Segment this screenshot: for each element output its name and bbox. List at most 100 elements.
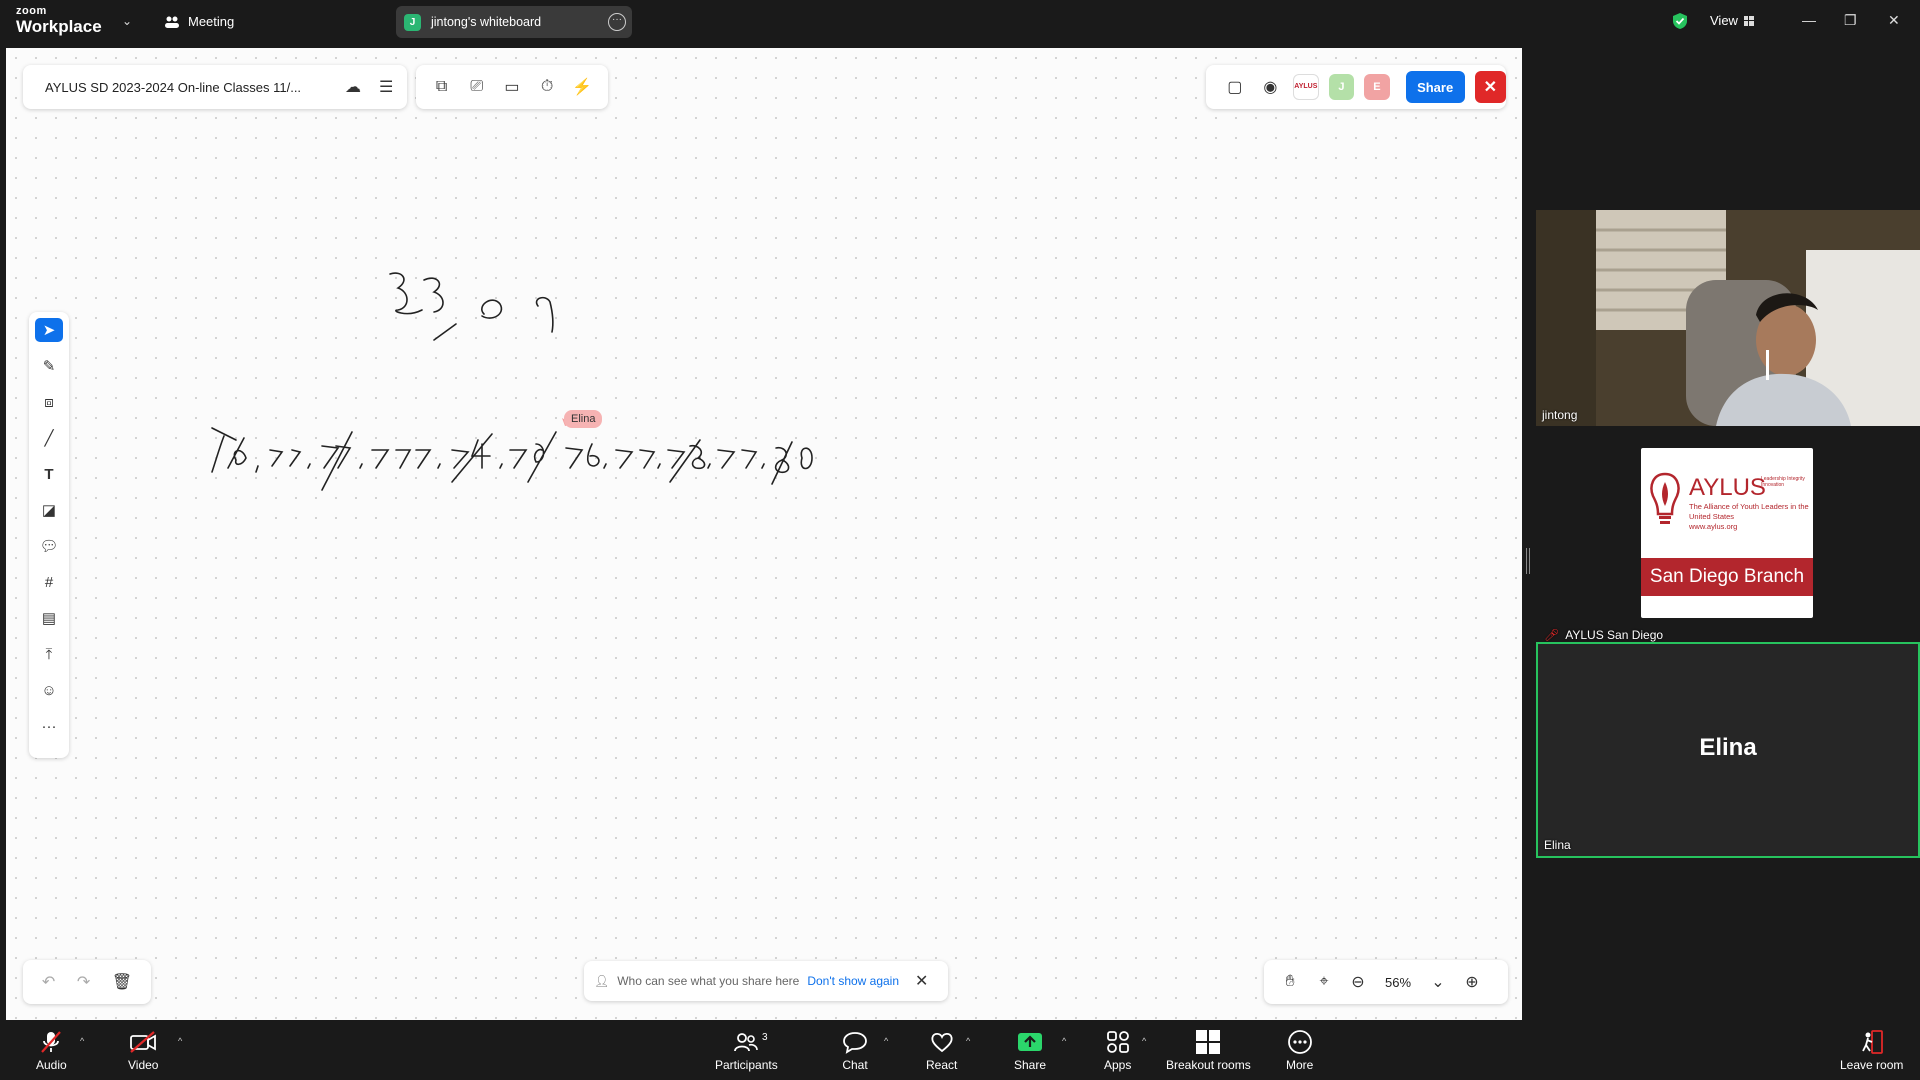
apps-icon [1105,1028,1131,1056]
minimize-icon[interactable]: — [1802,12,1816,28]
leave-room-button[interactable]: Leave room [1840,1028,1903,1072]
chevron-down-icon[interactable]: ⌄ [122,14,132,28]
breakout-rooms-button[interactable]: Breakout rooms [1166,1028,1251,1072]
participant-name: AYLUS San Diego [1565,628,1664,642]
apps-button[interactable]: Apps [1104,1028,1131,1072]
participant-name-row: 🎤︎ AYLUS San Diego [1544,628,1663,642]
zoom-bar: ✋︎ ⌖ ⊖ 56% ⌄ ⊕ [1264,960,1508,1004]
select-tool-icon[interactable]: ➤ [35,318,63,342]
video-tile-jintong[interactable]: jintong [1536,210,1920,426]
frame-tool-icon[interactable]: # [35,570,63,594]
react-button[interactable]: React [926,1028,957,1072]
visibility-icon[interactable]: ◉ [1258,77,1284,97]
redo-icon[interactable]: ↷ [77,972,90,992]
sticky-note-icon[interactable]: ◪ [35,498,63,522]
participants-count: 3 [762,1032,768,1043]
text-tool-icon[interactable]: T [35,462,63,486]
chat-icon [842,1028,868,1056]
branch-banner: San Diego Branch [1641,558,1813,596]
title-bar: zoom Workplace ⌄ Meeting J jintong's whi… [0,0,1920,45]
participant-name: Elina [1544,838,1571,852]
participants-button[interactable]: Participants [715,1028,778,1072]
avatar-elina[interactable]: E [1364,74,1390,100]
audio-button[interactable]: Audio [36,1028,67,1072]
view-menu[interactable]: View [1710,13,1754,28]
zoom-level[interactable]: 56% [1380,975,1416,990]
meeting-tab[interactable]: Meeting [164,14,234,29]
document-title[interactable]: AYLUS SD 2023-2024 On-line Classes 11/..… [45,80,335,95]
close-window-icon[interactable]: ✕ [1888,12,1900,29]
aylus-tagline-text: The Alliance of Youth Leaders in the Uni… [1689,502,1809,521]
participants-label: Participants [715,1058,778,1072]
more-options-icon[interactable]: ··· [608,13,626,31]
comment-icon[interactable]: ▢ [1222,77,1248,97]
map-locate-icon[interactable]: ⌖ [1312,973,1336,991]
collaboration-bar: ▢ ◉ AYLUS J E Share ✕ [1206,65,1507,109]
avatar-aylus[interactable]: AYLUS [1293,74,1319,100]
cloud-save-icon[interactable]: ☁ [345,77,361,97]
pen-tool-icon[interactable]: ✎ [35,354,63,378]
more-button[interactable]: More [1286,1028,1313,1072]
notice-text: Who can see what you share here [617,974,800,988]
undo-icon[interactable]: ↶ [42,972,55,992]
video-button[interactable]: Video [128,1028,158,1072]
restore-icon[interactable]: ❐ [1844,12,1857,29]
emoji-icon[interactable]: ☺ [35,678,63,702]
timer-icon[interactable]: ⏱ [536,78,558,96]
close-notice-icon[interactable]: ✕ [915,971,928,991]
close-whiteboard-button[interactable]: ✕ [1474,71,1507,103]
aylus-tagline: The Alliance of Youth Leaders in the Uni… [1689,502,1809,532]
mic-muted-icon: 🎤︎ [1544,628,1560,642]
share-label: Share [1014,1058,1047,1072]
zoom-workplace-logo[interactable]: zoom Workplace [16,5,102,36]
brand-zoom: zoom [16,5,47,17]
hand-pan-icon[interactable]: ✋︎ [1278,973,1302,991]
react-options-caret[interactable]: ^ [966,1036,970,1046]
trash-icon[interactable]: 🗑︎ [112,972,132,992]
history-bar: ↶ ↷ 🗑︎ [23,960,151,1004]
share-screen-button[interactable]: Share [1014,1028,1046,1072]
video-tile-elina[interactable]: Elina Elina [1536,642,1920,858]
camera-feed [1536,210,1920,426]
upload-icon[interactable]: ⤒ [35,642,63,666]
meeting-toolbar: Audio ^ Video ^ Participants 3 Chat ^ Re… [0,1020,1920,1080]
shapes-tool-icon[interactable]: ⧈ [35,390,63,414]
share-whiteboard-button[interactable]: Share [1405,71,1465,103]
whiteboard-tab-badge: J [404,13,421,31]
chat-options-caret[interactable]: ^ [884,1036,888,1046]
avatar-jintong[interactable]: J [1328,74,1355,100]
dont-show-again-link[interactable]: Don't show again [807,974,899,988]
laser-pointer-icon[interactable]: ⚡ [571,77,593,97]
board-icon[interactable]: ▭ [501,77,523,97]
zoom-in-icon[interactable]: ⊕ [1460,972,1484,992]
panel-resize-handle[interactable] [1526,548,1530,574]
mic-muted-icon [38,1028,64,1056]
menu-icon[interactable]: ☰ [379,77,393,97]
handwriting-strokes [211,272,813,491]
zoom-out-icon[interactable]: ⊖ [1346,972,1370,992]
brand-workplace: Workplace [16,17,102,36]
video-tile-aylus[interactable]: AYLUS Leadership Integrity Innovation Th… [1536,432,1920,642]
breakout-rooms-icon [1195,1028,1221,1056]
line-tool-icon[interactable]: ╱ [35,426,63,450]
whiteboard-canvas[interactable]: Elina AYLUS SD 2023-2024 On-line Classes… [6,48,1522,1020]
zoom-dropdown-icon[interactable]: ⌄ [1426,972,1450,992]
present-icon[interactable]: ⎚ [466,78,488,96]
whiteboard-tab[interactable]: J jintong's whiteboard ··· [396,6,632,38]
audio-options-caret[interactable]: ^ [80,1036,84,1046]
audio-label: Audio [36,1058,67,1072]
heart-icon [929,1028,955,1056]
leave-room-icon [1859,1028,1885,1056]
chat-button[interactable]: Chat [842,1028,868,1072]
share-notice: 👤︎ Who can see what you share here Don't… [584,961,948,1001]
left-tools-bar: ➤ ✎ ⧈ ╱ T ◪ 💬︎ # ▤ ⤒ ☺ ··· [29,312,69,758]
shield-check-icon[interactable] [1672,12,1688,30]
share-options-caret[interactable]: ^ [1062,1036,1066,1046]
more-tools-icon[interactable]: ··· [35,714,63,738]
pages-icon[interactable]: ⧉ [431,78,453,96]
video-off-icon [128,1028,158,1056]
comment-tool-icon[interactable]: 💬︎ [35,534,63,558]
template-icon[interactable]: ▤ [35,606,63,630]
apps-options-caret[interactable]: ^ [1142,1036,1146,1046]
video-options-caret[interactable]: ^ [178,1036,182,1046]
